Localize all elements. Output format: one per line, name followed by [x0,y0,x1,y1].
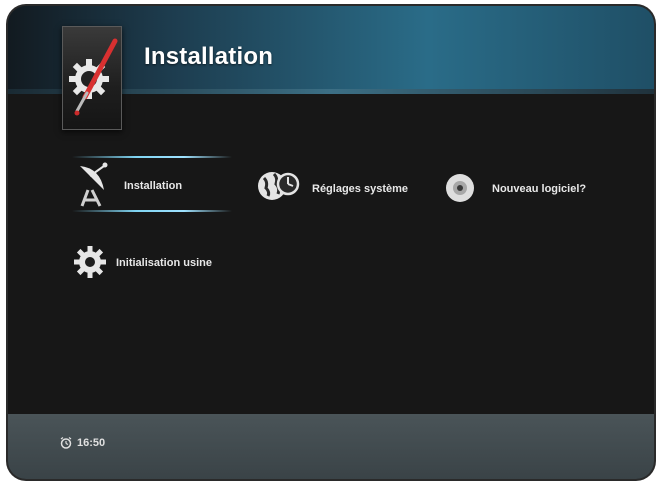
menu-item-initialisation-usine[interactable]: Initialisation usine [74,242,254,292]
status-bar: 16:50 [8,414,654,479]
clock-time: 16:50 [77,437,106,449]
gear-icon [74,242,114,288]
tv-screen: Installation Installation Réglages systè… [8,6,654,479]
menu-item-label: Réglages système [312,183,408,195]
menu-item-label: Installation [124,180,183,192]
menu-item-reglages-systeme[interactable]: Réglages système [256,166,416,216]
alarm-clock-icon [60,437,72,449]
menu-item-label: Initialisation usine [116,257,212,269]
satellite-dish-icon [74,162,114,208]
menu-item-installation[interactable]: Installation [74,162,234,212]
disc-icon [442,168,482,214]
menu-item-label: Nouveau logiciel? [492,183,587,195]
settings-paint-icon [62,26,122,130]
page-title: Installation [144,43,274,70]
menu-item-nouveau-logiciel[interactable]: Nouveau logiciel? [442,168,622,218]
globe-clock-icon [256,166,300,212]
selection-top-line [72,156,232,158]
